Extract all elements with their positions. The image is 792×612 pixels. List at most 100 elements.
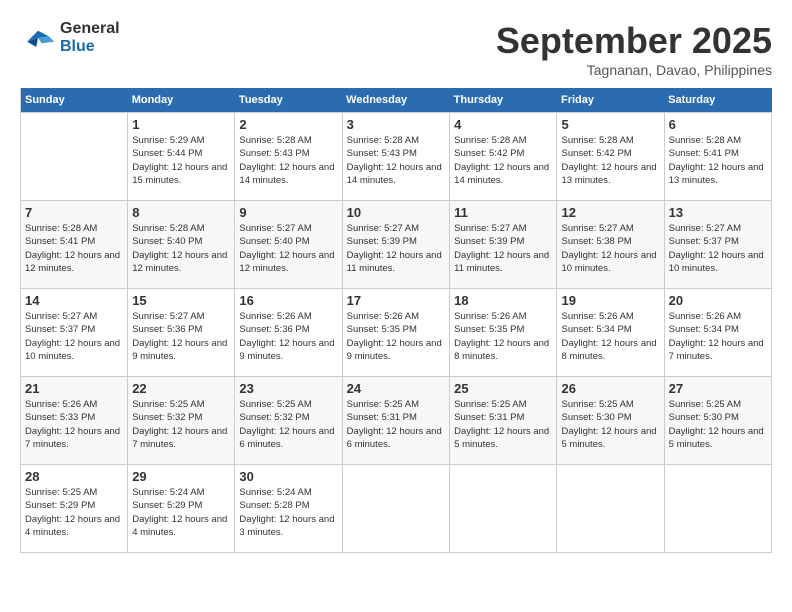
day-number: 16 xyxy=(239,293,337,308)
calendar-cell: 14Sunrise: 5:27 AM Sunset: 5:37 PM Dayli… xyxy=(21,289,128,377)
day-number: 15 xyxy=(132,293,230,308)
day-number: 12 xyxy=(561,205,659,220)
calendar-cell: 4 Sunrise: 5:28 AM Sunset: 5:42 PM Daylig… xyxy=(450,113,557,201)
weekday-header: Friday xyxy=(557,88,664,113)
day-number: 19 xyxy=(561,293,659,308)
day-info: Sunrise: 5:28 AM Sunset: 5:42 PM Dayligh… xyxy=(454,134,552,187)
day-info: Sunrise: 5:25 AM Sunset: 5:30 PM Dayligh… xyxy=(669,398,767,451)
calendar-cell: 18Sunrise: 5:26 AM Sunset: 5:35 PM Dayli… xyxy=(450,289,557,377)
day-info: Sunrise: 5:25 AM Sunset: 5:32 PM Dayligh… xyxy=(132,398,230,451)
day-info: Sunrise: 5:27 AM Sunset: 5:37 PM Dayligh… xyxy=(25,310,123,363)
day-number: 5 xyxy=(561,117,659,132)
calendar-table: SundayMondayTuesdayWednesdayThursdayFrid… xyxy=(20,88,772,553)
calendar-cell: 5Sunrise: 5:28 AM Sunset: 5:42 PM Daylig… xyxy=(557,113,664,201)
calendar-cell: 12 Sunrise: 5:27 AM Sunset: 5:38 PM Dayli… xyxy=(557,201,664,289)
day-number: 9 xyxy=(239,205,337,220)
calendar-cell: 10 Sunrise: 5:27 AM Sunset: 5:39 PM Dayli… xyxy=(342,201,449,289)
calendar-cell xyxy=(21,113,128,201)
month-title: September 2025 xyxy=(496,20,772,62)
day-number: 18 xyxy=(454,293,552,308)
calendar-cell: 27 Sunrise: 5:25 AM Sunset: 5:30 PM Dayli… xyxy=(664,377,771,465)
day-info: Sunrise: 5:28 AM Sunset: 5:41 PM Dayligh… xyxy=(669,134,767,187)
calendar-cell: 19Sunrise: 5:26 AM Sunset: 5:34 PM Dayli… xyxy=(557,289,664,377)
day-number: 13 xyxy=(669,205,767,220)
calendar-week-row: 1 Sunrise: 5:29 AM Sunset: 5:44 PM Daylig… xyxy=(21,113,772,201)
day-number: 26 xyxy=(561,381,659,396)
calendar-cell: 29 Sunrise: 5:24 AM Sunset: 5:29 PM Dayli… xyxy=(128,465,235,553)
day-info: Sunrise: 5:26 AM Sunset: 5:34 PM Dayligh… xyxy=(669,310,767,363)
calendar-cell: 9 Sunrise: 5:27 AM Sunset: 5:40 PM Daylig… xyxy=(235,201,342,289)
weekday-header: Sunday xyxy=(21,88,128,113)
day-info: Sunrise: 5:25 AM Sunset: 5:30 PM Dayligh… xyxy=(561,398,659,451)
location: Tagnanan, Davao, Philippines xyxy=(496,62,772,78)
weekday-header-row: SundayMondayTuesdayWednesdayThursdayFrid… xyxy=(21,88,772,113)
day-info: Sunrise: 5:27 AM Sunset: 5:40 PM Dayligh… xyxy=(239,222,337,275)
logo: General Blue xyxy=(20,20,120,56)
day-info: Sunrise: 5:27 AM Sunset: 5:39 PM Dayligh… xyxy=(454,222,552,275)
calendar-cell: 2 Sunrise: 5:28 AM Sunset: 5:43 PM Daylig… xyxy=(235,113,342,201)
calendar-week-row: 28Sunrise: 5:25 AM Sunset: 5:29 PM Dayli… xyxy=(21,465,772,553)
day-number: 23 xyxy=(239,381,337,396)
calendar-cell: 3 Sunrise: 5:28 AM Sunset: 5:43 PM Daylig… xyxy=(342,113,449,201)
day-info: Sunrise: 5:25 AM Sunset: 5:31 PM Dayligh… xyxy=(347,398,445,451)
calendar-cell: 24 Sunrise: 5:25 AM Sunset: 5:31 PM Dayli… xyxy=(342,377,449,465)
day-number: 29 xyxy=(132,469,230,484)
day-info: Sunrise: 5:28 AM Sunset: 5:43 PM Dayligh… xyxy=(239,134,337,187)
calendar-cell: 17 Sunrise: 5:26 AM Sunset: 5:35 PM Dayli… xyxy=(342,289,449,377)
day-info: Sunrise: 5:29 AM Sunset: 5:44 PM Dayligh… xyxy=(132,134,230,187)
calendar-cell: 1 Sunrise: 5:29 AM Sunset: 5:44 PM Daylig… xyxy=(128,113,235,201)
day-number: 17 xyxy=(347,293,445,308)
day-number: 27 xyxy=(669,381,767,396)
logo-icon xyxy=(20,23,56,53)
day-number: 10 xyxy=(347,205,445,220)
day-info: Sunrise: 5:26 AM Sunset: 5:33 PM Dayligh… xyxy=(25,398,123,451)
day-number: 30 xyxy=(239,469,337,484)
day-info: Sunrise: 5:27 AM Sunset: 5:38 PM Dayligh… xyxy=(561,222,659,275)
weekday-header: Monday xyxy=(128,88,235,113)
day-number: 25 xyxy=(454,381,552,396)
calendar-cell: 13 Sunrise: 5:27 AM Sunset: 5:37 PM Dayli… xyxy=(664,201,771,289)
day-number: 3 xyxy=(347,117,445,132)
day-info: Sunrise: 5:25 AM Sunset: 5:31 PM Dayligh… xyxy=(454,398,552,451)
day-info: Sunrise: 5:27 AM Sunset: 5:39 PM Dayligh… xyxy=(347,222,445,275)
calendar-cell: 26 Sunrise: 5:25 AM Sunset: 5:30 PM Dayli… xyxy=(557,377,664,465)
calendar-cell: 25 Sunrise: 5:25 AM Sunset: 5:31 PM Dayli… xyxy=(450,377,557,465)
calendar-cell: 15 Sunrise: 5:27 AM Sunset: 5:36 PM Dayli… xyxy=(128,289,235,377)
day-info: Sunrise: 5:28 AM Sunset: 5:41 PM Dayligh… xyxy=(25,222,123,275)
calendar-cell: 20Sunrise: 5:26 AM Sunset: 5:34 PM Dayli… xyxy=(664,289,771,377)
day-number: 21 xyxy=(25,381,123,396)
day-info: Sunrise: 5:26 AM Sunset: 5:36 PM Dayligh… xyxy=(239,310,337,363)
day-number: 2 xyxy=(239,117,337,132)
calendar-cell: 30 Sunrise: 5:24 AM Sunset: 5:28 PM Dayli… xyxy=(235,465,342,553)
day-info: Sunrise: 5:28 AM Sunset: 5:43 PM Dayligh… xyxy=(347,134,445,187)
day-info: Sunrise: 5:25 AM Sunset: 5:29 PM Dayligh… xyxy=(25,486,123,539)
calendar-cell xyxy=(557,465,664,553)
day-number: 4 xyxy=(454,117,552,132)
day-info: Sunrise: 5:27 AM Sunset: 5:36 PM Dayligh… xyxy=(132,310,230,363)
calendar-cell: 11 Sunrise: 5:27 AM Sunset: 5:39 PM Dayli… xyxy=(450,201,557,289)
calendar-cell: 22 Sunrise: 5:25 AM Sunset: 5:32 PM Dayli… xyxy=(128,377,235,465)
calendar-cell: 21 Sunrise: 5:26 AM Sunset: 5:33 PM Dayli… xyxy=(21,377,128,465)
day-info: Sunrise: 5:25 AM Sunset: 5:32 PM Dayligh… xyxy=(239,398,337,451)
calendar-cell xyxy=(342,465,449,553)
day-info: Sunrise: 5:28 AM Sunset: 5:40 PM Dayligh… xyxy=(132,222,230,275)
day-number: 11 xyxy=(454,205,552,220)
day-info: Sunrise: 5:24 AM Sunset: 5:29 PM Dayligh… xyxy=(132,486,230,539)
calendar-cell: 8Sunrise: 5:28 AM Sunset: 5:40 PM Daylig… xyxy=(128,201,235,289)
day-number: 6 xyxy=(669,117,767,132)
calendar-cell: 7Sunrise: 5:28 AM Sunset: 5:41 PM Daylig… xyxy=(21,201,128,289)
day-info: Sunrise: 5:26 AM Sunset: 5:35 PM Dayligh… xyxy=(347,310,445,363)
weekday-header: Thursday xyxy=(450,88,557,113)
calendar-week-row: 14Sunrise: 5:27 AM Sunset: 5:37 PM Dayli… xyxy=(21,289,772,377)
day-number: 1 xyxy=(132,117,230,132)
calendar-cell xyxy=(664,465,771,553)
day-number: 24 xyxy=(347,381,445,396)
day-info: Sunrise: 5:27 AM Sunset: 5:37 PM Dayligh… xyxy=(669,222,767,275)
calendar-cell: 16 Sunrise: 5:26 AM Sunset: 5:36 PM Dayli… xyxy=(235,289,342,377)
logo-text: General Blue xyxy=(60,20,120,56)
day-number: 22 xyxy=(132,381,230,396)
day-info: Sunrise: 5:24 AM Sunset: 5:28 PM Dayligh… xyxy=(239,486,337,539)
calendar-cell: 28Sunrise: 5:25 AM Sunset: 5:29 PM Dayli… xyxy=(21,465,128,553)
weekday-header: Wednesday xyxy=(342,88,449,113)
calendar-cell: 6 Sunrise: 5:28 AM Sunset: 5:41 PM Daylig… xyxy=(664,113,771,201)
